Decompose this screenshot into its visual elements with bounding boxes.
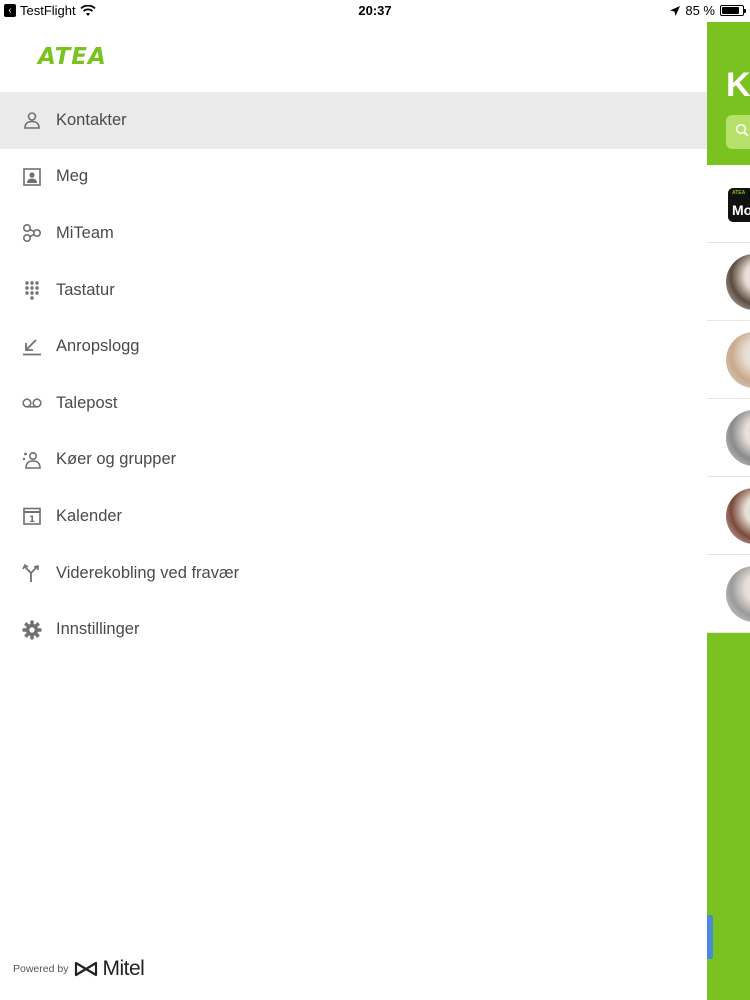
contact-tile: ATEA Mo <box>728 188 750 222</box>
menu-item-label: Kalender <box>56 506 123 525</box>
avatar <box>726 410 750 466</box>
search-icon <box>735 123 749 137</box>
scroll-indicator[interactable] <box>707 915 713 959</box>
menu-item-label: Tastatur <box>56 280 115 299</box>
menu-item-talepost[interactable]: Talepost <box>0 375 707 432</box>
clock: 20:37 <box>358 3 392 18</box>
battery-icon <box>720 5 746 16</box>
profile-card-icon <box>22 167 42 187</box>
list-item[interactable] <box>707 321 750 399</box>
menu-item-innstillinger[interactable]: Innstillinger <box>0 601 707 658</box>
menu-item-label: Anropslogg <box>56 337 140 356</box>
list-item[interactable] <box>707 399 750 477</box>
drawer-menu: Kontakter Meg MiTeam Tastatur Anropslogg… <box>0 92 707 658</box>
avatar <box>726 254 750 310</box>
tile-text: Mo <box>732 202 750 218</box>
contact-list: ATEA Mo <box>707 165 750 633</box>
list-item[interactable] <box>707 555 750 633</box>
search-field[interactable] <box>726 115 750 149</box>
list-item[interactable] <box>707 243 750 321</box>
avatar <box>726 566 750 622</box>
calendar-icon: 1 <box>22 506 42 526</box>
menu-item-meg[interactable]: Meg <box>0 149 707 206</box>
navigation-drawer: ATEA Kontakter Meg MiTeam Tastatur Anrop… <box>0 0 707 1000</box>
contacts-panel-peek[interactable]: K ATEA Mo <box>707 22 750 1000</box>
menu-item-kontakter[interactable]: Kontakter <box>0 92 707 149</box>
status-bar-right: 85 % <box>670 3 746 18</box>
svg-text:1: 1 <box>29 515 35 525</box>
menu-item-label: Meg <box>56 167 89 186</box>
battery-fill <box>722 7 739 14</box>
voicemail-icon <box>22 393 42 413</box>
call-log-icon <box>22 337 42 357</box>
menu-item-label: Innstillinger <box>56 620 140 639</box>
tile-brand: ATEA <box>732 190 746 196</box>
menu-item-anropslogg[interactable]: Anropslogg <box>0 318 707 375</box>
menu-item-label: Køer og grupper <box>56 450 177 469</box>
groups-icon <box>22 450 42 470</box>
team-icon <box>22 223 42 243</box>
panel-title: K <box>726 66 750 104</box>
menu-item-label: Viderekobling ved fravær <box>56 563 240 582</box>
menu-item-label: MiTeam <box>56 223 114 242</box>
menu-item-koer-og-grupper[interactable]: Køer og grupper <box>0 432 707 489</box>
powered-by-text: Powered by <box>13 963 69 975</box>
mitel-logo-icon <box>75 961 98 977</box>
battery-percent: 85 % <box>685 3 715 18</box>
avatar <box>726 332 750 388</box>
menu-item-kalender[interactable]: 1 Kalender <box>0 488 707 545</box>
powered-by-footer: Powered by Mitel <box>13 957 145 981</box>
person-icon <box>22 110 42 130</box>
list-item[interactable] <box>707 477 750 555</box>
menu-item-tastatur[interactable]: Tastatur <box>0 262 707 319</box>
menu-item-miteam[interactable]: MiTeam <box>0 205 707 262</box>
list-item[interactable]: ATEA Mo <box>707 165 750 243</box>
status-bar: ‹ TestFlight 20:37 85 % <box>0 0 750 22</box>
forward-icon <box>22 563 42 583</box>
atea-logo: ATEA <box>38 44 107 70</box>
gear-icon <box>22 620 42 640</box>
mitel-logo: Mitel <box>74 957 145 981</box>
keypad-icon <box>22 280 42 300</box>
avatar <box>726 488 750 544</box>
location-arrow-icon <box>670 5 681 16</box>
menu-item-label: Kontakter <box>56 110 127 129</box>
mitel-wordmark: Mitel <box>102 957 145 980</box>
menu-item-viderekobling[interactable]: Viderekobling ved fravær <box>0 545 707 602</box>
menu-item-label: Talepost <box>56 393 118 412</box>
